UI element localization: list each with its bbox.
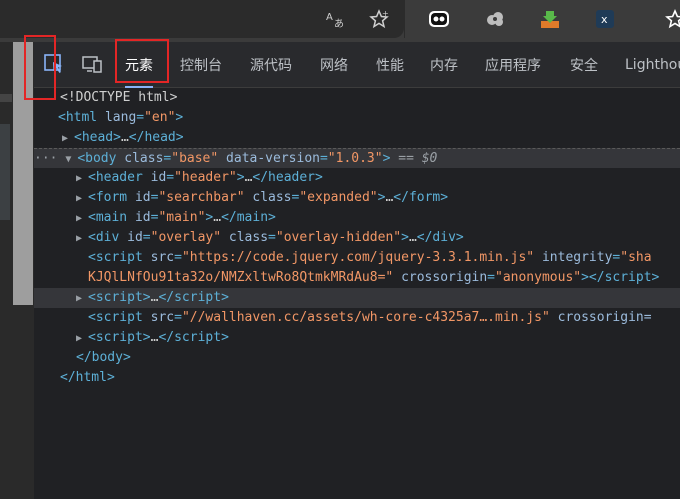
tab-sources[interactable]: 源代码 [250,42,292,88]
tab-label: Lighthou [625,57,680,73]
svg-text:A: A [326,12,333,23]
svg-text:あ: あ [334,18,344,29]
x-extension-icon[interactable]: x [592,6,618,32]
page-viewport-strip [0,42,34,499]
dom-node-body[interactable]: ··· ▼ <body class="base" data-version="1.… [34,148,680,168]
closing-tag: </body> [76,350,131,365]
dom-node-form[interactable]: ▶ <form id="searchbar" class="expanded">…… [34,188,680,208]
dom-node-div-overlay[interactable]: ▶ <div id="overlay" class="overlay-hidden… [34,228,680,248]
doctype-text: <!DOCTYPE html> [60,90,178,105]
dom-close-html[interactable]: </html> [34,368,680,388]
page-fragment [0,124,10,220]
attr-name: data-version [226,151,320,166]
attr-value: "main" [158,210,206,225]
tab-label: 安全 [570,58,598,74]
devtools-panel: 元素 控制台 源代码 网络 性能 内存 应用程序 安全 Lighthou <!D… [34,42,680,499]
dom-node-main[interactable]: ▶ <main id="main">…</main> [34,208,680,228]
closing-tag: </html> [60,370,115,385]
download-extension-icon[interactable] [537,6,563,32]
attr-name: class [124,151,164,166]
attr-value: "en" [144,110,176,125]
expand-arrow-icon[interactable]: ▶ [76,289,88,309]
tab-security[interactable]: 安全 [570,42,598,88]
attr-value: "overlay-hidden" [275,230,402,245]
attr-value: "anonymous" [495,270,582,285]
dom-node-script-jquery[interactable]: <script src="https://code.jquery.com/jqu… [34,248,680,268]
page-fragment [0,94,12,102]
translate-icon[interactable]: Aあ [322,6,348,32]
extension-owl-icon[interactable] [426,6,452,32]
collapse-arrow-icon[interactable]: ▼ [65,150,77,170]
attr-value: "header" [174,170,237,185]
tab-console[interactable]: 控制台 [180,42,222,88]
dom-node-script-wh-core[interactable]: <script src="//wallhaven.cc/assets/wh-co… [34,308,680,328]
tab-network[interactable]: 网络 [320,42,348,88]
star-icon[interactable]: + [366,6,392,32]
tab-memory[interactable]: 内存 [430,42,458,88]
dom-close-body[interactable]: </body> [34,348,680,368]
annotation-box-elements-tab [115,39,169,83]
dom-node-script-4[interactable]: ▶ <script>…</script> [34,328,680,348]
tag-name: body [85,151,117,166]
tab-label: 网络 [320,58,348,74]
dom-node-script-2[interactable]: ▶ <script>…</script> [34,288,680,308]
svg-text:+: + [382,9,389,18]
attr-value: "//wallhaven.cc/assets/wh-core-c4325a7….… [181,310,550,325]
attr-value: KJQlLNfOu91ta32o/NMZxltwRo8QtmkMRdAu8=" [88,270,394,285]
tag-name: html [65,110,98,125]
extension-cloud-icon[interactable] [482,6,508,32]
dom-doctype[interactable]: <!DOCTYPE html> [34,88,680,108]
dom-node-header[interactable]: ▶ <header id="header">…</header> [34,168,680,188]
expand-arrow-icon[interactable]: ▶ [76,189,88,209]
tab-lighthouse[interactable]: Lighthou [625,42,680,88]
attr-value: "sha [620,250,652,265]
attr-value: "https://code.jquery.com/jquery-3.3.1.mi… [181,250,535,265]
expand-arrow-icon[interactable]: ▶ [76,209,88,229]
tab-label: 应用程序 [485,58,541,74]
device-toolbar-icon[interactable] [80,52,104,76]
dom-node-head[interactable]: ▶ <head>…</head> [34,128,680,148]
attr-value: "expanded" [299,190,378,205]
tab-label: 源代码 [250,58,292,74]
expand-arrow-icon[interactable]: ▶ [76,329,88,349]
tab-performance[interactable]: 性能 [376,42,404,88]
attr-value: "searchbar" [158,190,245,205]
attr-name: integrity [541,250,613,265]
tab-label: 性能 [376,58,404,74]
collapsed-ellipsis: … [120,130,129,145]
annotation-box-inspect [24,35,56,100]
attr-value: "base" [171,151,219,166]
favorites-icon[interactable] [662,6,680,32]
tab-application[interactable]: 应用程序 [485,42,541,88]
svg-text:x: x [601,13,608,26]
attr-value: "overlay" [150,230,222,245]
attr-name: lang [104,110,137,125]
attr-name: crossorigin= [557,310,652,325]
row-menu-dots[interactable]: ··· [34,151,57,166]
toolbar-divider [404,0,405,38]
expand-arrow-icon[interactable]: ▶ [76,169,88,189]
selected-node-marker: == $0 [390,151,438,166]
dom-node-html[interactable]: <html lang="en"> [34,108,680,128]
expand-arrow-icon[interactable]: ▶ [62,129,74,149]
browser-toolbar: Aあ + x [0,0,680,42]
expand-arrow-icon[interactable]: ▶ [76,229,88,249]
tab-label: 内存 [430,58,458,74]
tag-name: head [81,130,114,145]
dom-node-script-jquery-cont[interactable]: KJQlLNfOu91ta32o/NMZxltwRo8QtmkMRdAu8=" … [34,268,680,288]
attr-value: "1.0.3" [327,151,383,166]
tab-label: 控制台 [180,58,222,74]
